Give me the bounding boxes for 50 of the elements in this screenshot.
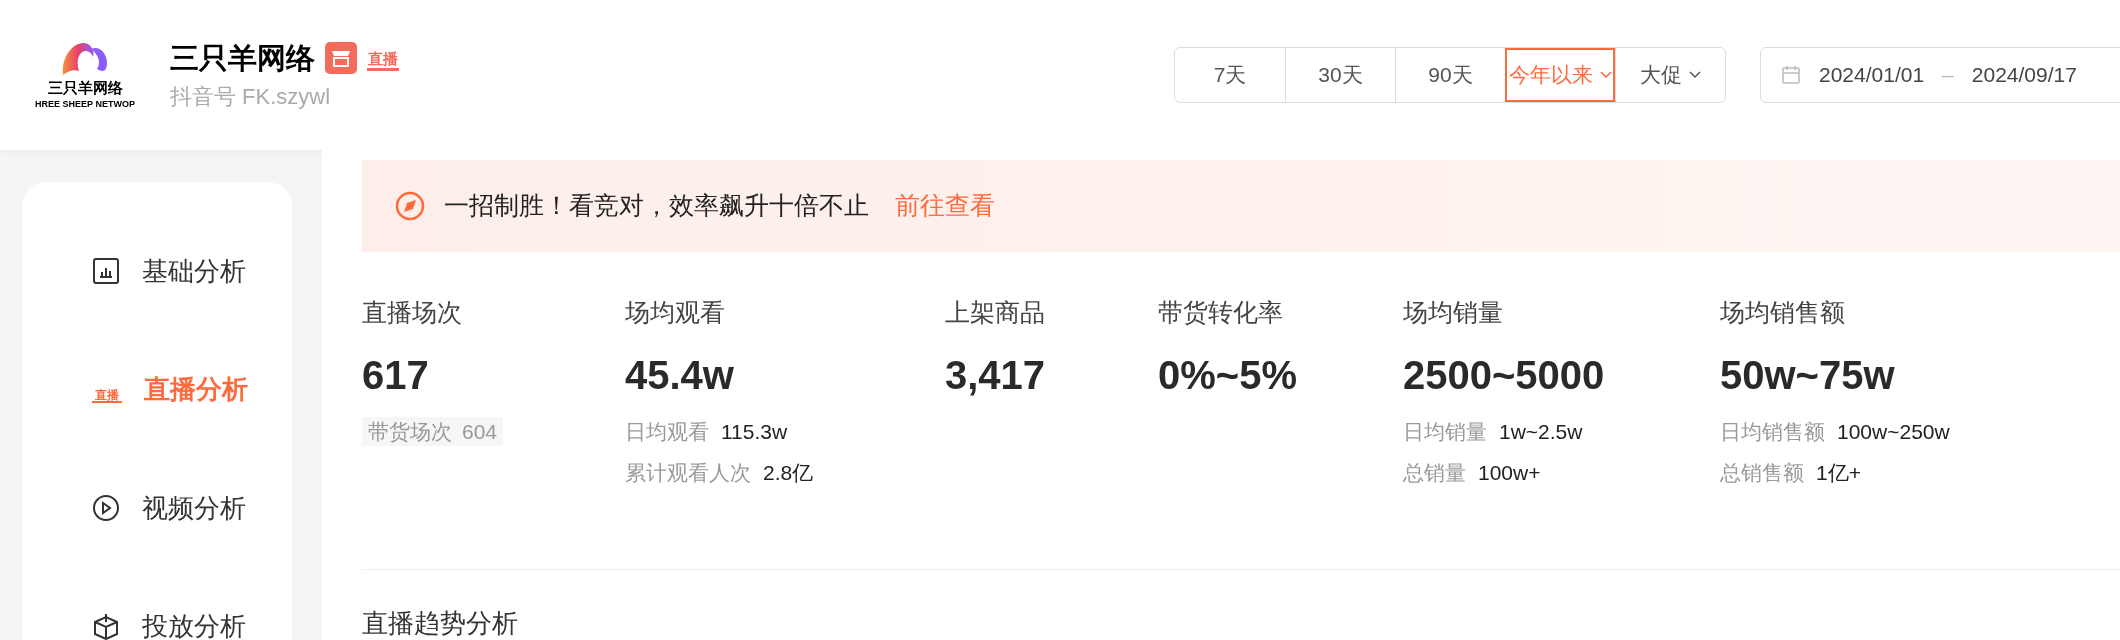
shop-icon [325,42,357,74]
logo-text: 三只羊网络 [47,78,123,98]
date-filter-tab[interactable]: 30天 [1285,48,1395,102]
promo-text: 一招制胜！看竞对，效率飙升十倍不止 [444,190,869,222]
play-icon [92,493,120,522]
account-id: 抖音号 FK.szywl [170,86,332,108]
detail-label: 日均观看 [625,421,709,442]
account-name: 三只羊网络 [170,43,315,73]
detail-value: 604 [462,421,498,442]
detail-value: 115.3w [721,421,788,442]
detail-value: 1亿+ [1816,462,1861,483]
detail-value: 100w~250w [1837,421,1950,442]
date-filter-tab[interactable]: 7天 [1175,48,1285,102]
stat-value: 0%~5% [1158,355,1298,395]
stat-label: 场均销量 [1403,300,1504,325]
date-filter-tab[interactable]: 90天 [1395,48,1505,102]
detail-label: 日均销售额 [1720,421,1825,442]
stat-value: 50w~75w [1720,355,1896,395]
stat-value: 617 [362,355,430,395]
start-date: 2024/01/01 [1819,62,1925,89]
detail-value: 100w+ [1478,462,1541,483]
stat-value: 45.4w [625,355,735,395]
sidebar-item[interactable]: 基础分析 [92,257,292,286]
logo-subtext: HREE SHEEP NETWOP [35,97,135,111]
date-filter-tab[interactable]: 大促 [1615,48,1725,102]
detail-label: 总销量 [1403,462,1466,483]
stat-label: 直播场次 [362,300,463,325]
compass-icon [394,190,426,222]
calendar-icon [1781,65,1801,85]
chart-icon [92,257,120,286]
date-range-field[interactable]: 2024/01/01 – 2024/09/17 [1760,47,2120,103]
stat-value: 3,417 [945,355,1047,395]
section-title: 直播趋势分析 [362,610,519,636]
sidebar-item[interactable]: 视频分析 [92,493,292,522]
live-badge: 直播 [367,45,399,71]
sidebar-item[interactable]: 投放分析 [92,611,292,640]
stat-label: 带货转化率 [1158,300,1284,325]
detail-value: 2.8亿 [763,462,814,483]
stat-value: 2500~5000 [1403,355,1606,395]
detail-label: 总销售额 [1720,462,1804,483]
end-date: 2024/09/17 [1971,62,2077,89]
stat-label: 场均销售额 [1720,300,1846,325]
stat-label: 场均观看 [625,300,726,325]
detail-label: 日均销量 [1403,421,1487,442]
range-separator: – [1942,62,1954,89]
detail-label: 带货场次 [368,421,452,442]
detail-label: 累计观看人次 [625,462,751,483]
stat-label: 上架商品 [945,300,1046,325]
detail-value: 1w~2.5w [1499,421,1583,442]
box-icon [92,611,120,640]
